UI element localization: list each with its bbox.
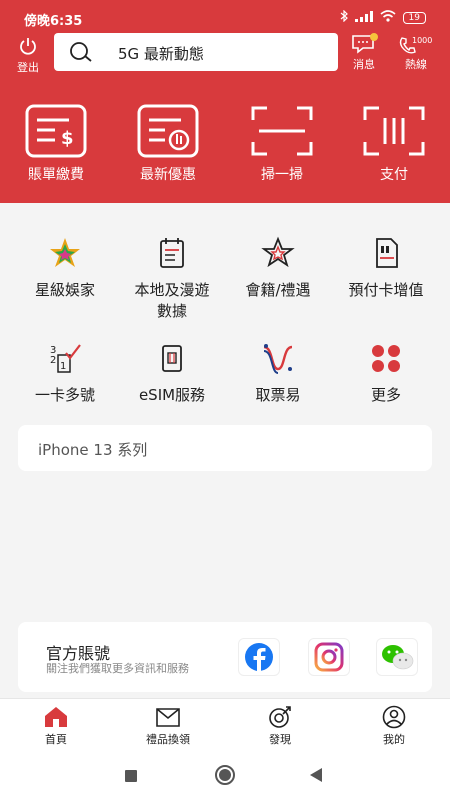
sim-topup-icon bbox=[369, 236, 403, 270]
service-ticket[interactable]: 取票易 bbox=[222, 341, 334, 406]
service-label: 一卡多號 bbox=[34, 386, 95, 404]
quick-action-payment[interactable]: 支付 bbox=[346, 104, 442, 184]
nav-label: 我的 bbox=[383, 733, 405, 746]
nav-home[interactable]: 首頁 bbox=[6, 705, 106, 747]
wifi-icon bbox=[380, 10, 396, 25]
search-bar[interactable]: 5G 最新動態 bbox=[54, 33, 338, 71]
phone-icon: 1000 bbox=[396, 34, 436, 56]
signal-icon bbox=[354, 10, 373, 25]
quick-action-label: 最新優惠 bbox=[140, 167, 196, 183]
back-button[interactable] bbox=[308, 767, 324, 787]
service-label: 預付卡增值 bbox=[348, 281, 424, 299]
nav-label: 禮品換領 bbox=[146, 733, 190, 746]
service-label: 更多 bbox=[370, 386, 401, 404]
nav-label: 發現 bbox=[269, 733, 291, 746]
ticket-icon bbox=[261, 341, 295, 375]
quick-action-bill-payment[interactable]: $ 賬單繳費 bbox=[8, 104, 104, 184]
message-icon bbox=[346, 33, 382, 56]
multi-number-icon: 321 bbox=[48, 341, 82, 375]
service-label: 會籍/禮遇 bbox=[245, 281, 311, 299]
svg-text:$: $ bbox=[61, 128, 74, 149]
quick-action-scan[interactable]: 掃一掃 bbox=[234, 104, 330, 184]
payment-icon bbox=[363, 104, 425, 158]
bottom-navigation: 首頁 禮品換領 發現 我的 bbox=[0, 698, 450, 750]
calendar-data-icon bbox=[155, 236, 189, 270]
status-time: 傍晚6:35 bbox=[24, 14, 83, 29]
quick-action-offers[interactable]: 最新優惠 bbox=[120, 104, 216, 184]
promo-text: iPhone 13 系列 bbox=[38, 441, 148, 459]
instagram-button[interactable] bbox=[308, 638, 350, 676]
quick-action-label: 支付 bbox=[380, 167, 408, 183]
official-accounts-subtitle: 關注我們獲取更多資訊和服務 bbox=[46, 662, 189, 675]
service-more[interactable]: 更多 bbox=[330, 341, 442, 406]
hotline-label: 熱線 bbox=[405, 58, 427, 71]
star-entertainment-icon bbox=[48, 236, 82, 270]
battery-indicator: 19 bbox=[402, 11, 426, 24]
recents-button[interactable] bbox=[124, 768, 138, 787]
service-membership[interactable]: 會籍/禮遇 bbox=[222, 236, 334, 301]
bill-payment-icon: $ bbox=[25, 104, 87, 158]
facebook-button[interactable] bbox=[238, 638, 280, 676]
service-esim[interactable]: eSIM服務 bbox=[116, 341, 228, 406]
more-dots-icon bbox=[369, 341, 403, 375]
bluetooth-icon bbox=[340, 9, 348, 25]
official-accounts-card: 官方賬號 關注我們獲取更多資訊和服務 bbox=[18, 622, 432, 692]
home-icon bbox=[42, 705, 70, 729]
service-multi-number[interactable]: 321 一卡多號 bbox=[9, 341, 121, 406]
profile-icon bbox=[380, 705, 408, 729]
search-text: 5G 最新動態 bbox=[118, 45, 204, 63]
messages-button[interactable]: 消息 bbox=[346, 33, 382, 72]
nav-label: 首頁 bbox=[45, 733, 67, 746]
gift-box-icon bbox=[154, 705, 182, 729]
service-prepaid-topup[interactable]: 預付卡增值 bbox=[330, 236, 442, 301]
instagram-icon bbox=[309, 642, 349, 679]
home-button[interactable] bbox=[214, 764, 236, 790]
power-icon bbox=[10, 36, 46, 59]
status-bar: 傍晚6:35 19 bbox=[0, 0, 450, 34]
facebook-icon bbox=[239, 643, 279, 679]
nav-profile[interactable]: 我的 bbox=[344, 705, 444, 747]
service-label: 星級娛家 bbox=[34, 281, 95, 299]
svg-text:2: 2 bbox=[50, 355, 56, 366]
nav-discover[interactable]: 發現 bbox=[230, 705, 330, 747]
nav-gift-redemption[interactable]: 禮品換領 bbox=[118, 705, 218, 747]
discover-icon bbox=[266, 705, 294, 729]
membership-star-icon bbox=[261, 236, 295, 270]
service-label: 本地及漫遊數據 bbox=[134, 281, 210, 320]
logout-label: 登出 bbox=[17, 61, 39, 74]
quick-action-label: 賬單繳費 bbox=[28, 167, 84, 183]
notification-dot bbox=[370, 33, 378, 41]
esim-icon bbox=[155, 341, 189, 375]
service-label: 取票易 bbox=[255, 386, 301, 404]
promo-card[interactable]: iPhone 13 系列 bbox=[18, 425, 432, 471]
search-icon bbox=[68, 41, 94, 67]
system-navigation-bar bbox=[0, 750, 450, 800]
offers-icon bbox=[137, 104, 199, 158]
service-star-entertainment[interactable]: 星級娛家 bbox=[9, 236, 121, 301]
svg-text:1: 1 bbox=[60, 361, 66, 372]
logout-button[interactable]: 登出 bbox=[10, 36, 46, 75]
service-label: eSIM服務 bbox=[138, 386, 206, 404]
wechat-button[interactable] bbox=[376, 638, 418, 676]
service-local-roaming-data[interactable]: 本地及漫遊數據 bbox=[116, 236, 228, 322]
hotline-number: 1000 bbox=[412, 36, 433, 45]
messages-label: 消息 bbox=[353, 58, 375, 71]
scan-icon bbox=[251, 104, 313, 158]
wechat-icon bbox=[377, 645, 417, 675]
hotline-button[interactable]: 1000 熱線 bbox=[396, 34, 436, 72]
quick-action-label: 掃一掃 bbox=[261, 167, 303, 183]
